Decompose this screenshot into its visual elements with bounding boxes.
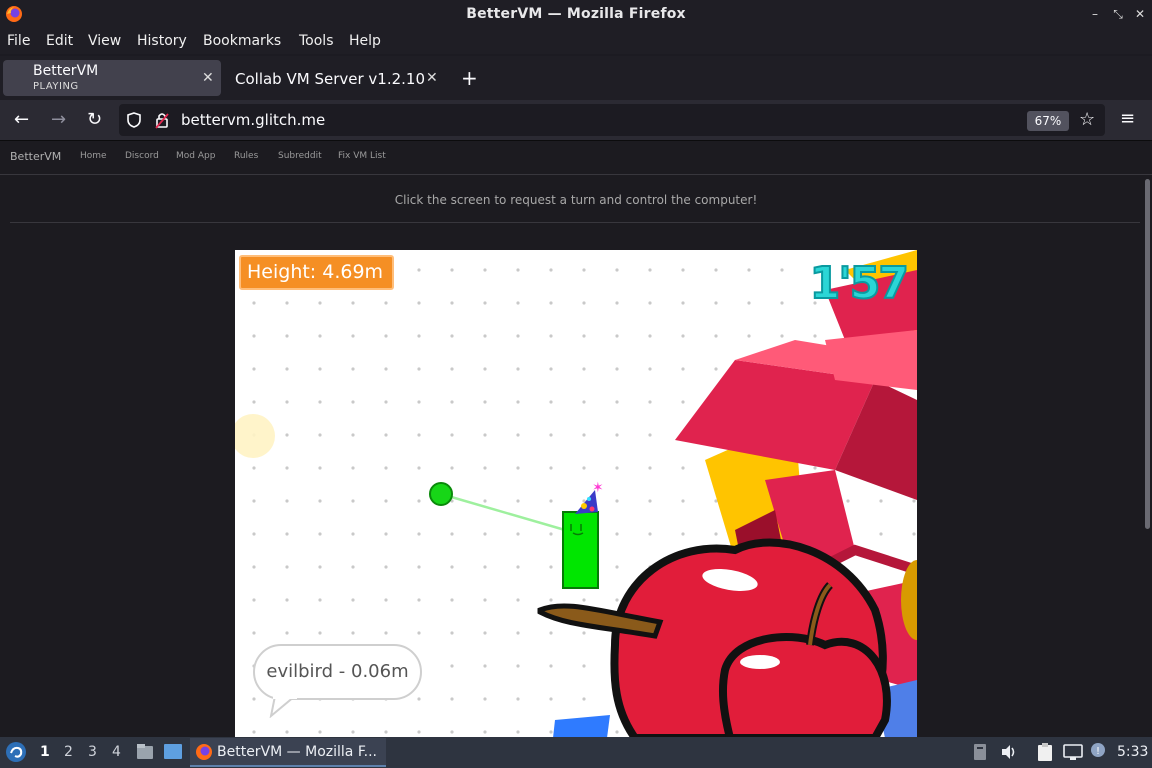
tab-title: Collab VM Server v1.2.10	[235, 70, 425, 88]
tab-bettervm[interactable]: BetterVM PLAYING ✕	[3, 60, 221, 96]
site-brand[interactable]: BetterVM	[10, 150, 61, 163]
file-manager-icon[interactable]	[135, 742, 155, 762]
shield-icon[interactable]	[127, 112, 141, 128]
nav-link-mod-app[interactable]: Mod App	[176, 151, 215, 161]
firefox-icon	[196, 744, 212, 760]
taskbar-app-label: BetterVM — Mozilla F...	[217, 744, 377, 760]
window-titlebar: BetterVM — Mozilla Firefox – ⤡ ✕	[0, 0, 1152, 30]
nav-link-subreddit[interactable]: Subreddit	[278, 151, 322, 161]
bookmark-star-icon[interactable]: ☆	[1079, 109, 1095, 130]
web-page: BetterVM Home Discord Mod App Rules Subr…	[0, 141, 1152, 737]
close-tab-icon[interactable]: ✕	[202, 70, 214, 86]
svg-text:✶: ✶	[592, 480, 604, 496]
clipboard-icon[interactable]	[1036, 742, 1054, 762]
restore-icon[interactable]: ⤡	[1111, 7, 1125, 21]
nav-link-discord[interactable]: Discord	[125, 151, 159, 161]
svg-text:!: !	[1096, 746, 1100, 757]
show-desktop-icon[interactable]	[163, 743, 183, 761]
game-timer: 1'57	[809, 257, 910, 310]
menu-history[interactable]: History	[137, 33, 187, 49]
forward-icon[interactable]: →	[51, 109, 66, 130]
menu-edit[interactable]: Edit	[46, 33, 73, 49]
menu-help[interactable]: Help	[349, 33, 381, 49]
storage-icon[interactable]	[972, 743, 988, 761]
tab-title: BetterVM	[33, 63, 99, 79]
start-menu-icon[interactable]	[5, 741, 27, 763]
notification-icon[interactable]: !	[1090, 742, 1106, 758]
workspace-4[interactable]: 4	[112, 744, 121, 760]
url-text[interactable]: bettervm.glitch.me	[181, 111, 325, 129]
menu-view[interactable]: View	[88, 33, 121, 49]
taskbar: 1 2 3 4 BetterVM — Mozilla F... ! 5:33	[0, 737, 1152, 768]
menu-file[interactable]: File	[7, 33, 30, 49]
reload-icon[interactable]: ↻	[87, 109, 102, 130]
nav-link-home[interactable]: Home	[80, 151, 107, 161]
player-character	[562, 511, 599, 589]
menu-bookmarks[interactable]: Bookmarks	[203, 33, 281, 49]
back-icon[interactable]: ←	[14, 109, 29, 130]
insecure-lock-icon[interactable]	[155, 111, 169, 129]
grapple-hook	[429, 482, 453, 506]
menu-bar: File Edit View History Bookmarks Tools H…	[0, 30, 1152, 54]
site-nav: BetterVM Home Discord Mod App Rules Subr…	[0, 141, 1152, 175]
vm-screen[interactable]: ✶ Height: 4.69m 1'57 evilbird - 0.06m	[235, 250, 917, 737]
page-scrollbar[interactable]	[1145, 179, 1150, 529]
tab-bar: BetterVM PLAYING ✕ Collab VM Server v1.2…	[0, 56, 1152, 100]
workspace-2[interactable]: 2	[64, 744, 73, 760]
clock[interactable]: 5:33	[1117, 744, 1148, 760]
navigation-bar: ← → ↻ bettervm.glitch.me 67% ☆ ≡	[0, 100, 1152, 141]
window-title: BetterVM — Mozilla Firefox	[466, 6, 686, 22]
turn-hint: Click the screen to request a turn and c…	[394, 193, 758, 207]
divider	[10, 222, 1140, 223]
workspace-3[interactable]: 3	[88, 744, 97, 760]
nav-link-rules[interactable]: Rules	[234, 151, 258, 161]
minimize-icon[interactable]: –	[1088, 7, 1102, 21]
workspace-1[interactable]: 1	[40, 744, 50, 760]
menu-tools[interactable]: Tools	[299, 33, 334, 49]
close-window-icon[interactable]: ✕	[1133, 7, 1147, 21]
bubble-tail	[269, 696, 297, 718]
player-name-bubble: evilbird - 0.06m	[253, 644, 422, 700]
close-tab-icon[interactable]: ✕	[426, 70, 438, 86]
app-menu-icon[interactable]: ≡	[1120, 108, 1135, 129]
height-display: Height: 4.69m	[239, 255, 394, 290]
url-bar[interactable]: bettervm.glitch.me 67% ☆	[119, 104, 1105, 136]
zoom-indicator[interactable]: 67%	[1027, 111, 1069, 131]
tab-collabvm[interactable]: Collab VM Server v1.2.10 ✕	[222, 60, 444, 96]
volume-icon[interactable]	[1000, 743, 1018, 761]
taskbar-app-firefox[interactable]: BetterVM — Mozilla F...	[190, 738, 386, 767]
network-icon[interactable]	[1063, 743, 1083, 761]
nav-link-fix-vm-list[interactable]: Fix VM List	[338, 151, 386, 161]
tab-status: PLAYING	[33, 81, 79, 92]
new-tab-icon[interactable]: +	[461, 66, 478, 90]
